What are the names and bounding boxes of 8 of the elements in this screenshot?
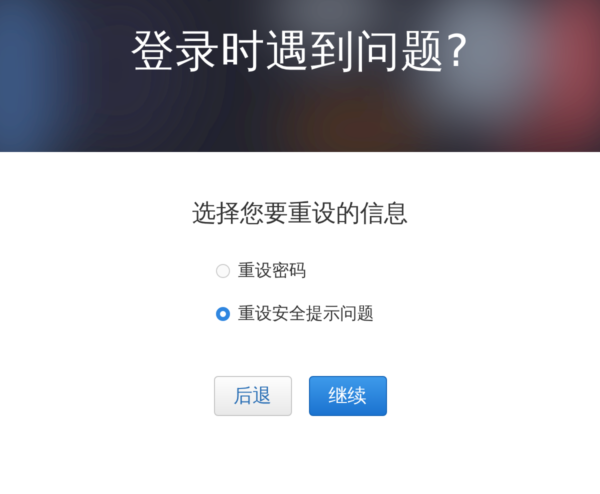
page-title: 登录时遇到问题? [130, 25, 470, 79]
radio-option[interactable]: 重设密码 [216, 259, 374, 283]
back-button[interactable]: 后退 [214, 376, 292, 416]
radio-option[interactable]: 重设安全提示问题 [216, 302, 374, 326]
radio-button[interactable] [216, 307, 230, 321]
radio-button[interactable] [216, 264, 230, 278]
section-heading: 选择您要重设的信息 [192, 198, 408, 229]
continue-button[interactable]: 继续 [308, 376, 386, 416]
